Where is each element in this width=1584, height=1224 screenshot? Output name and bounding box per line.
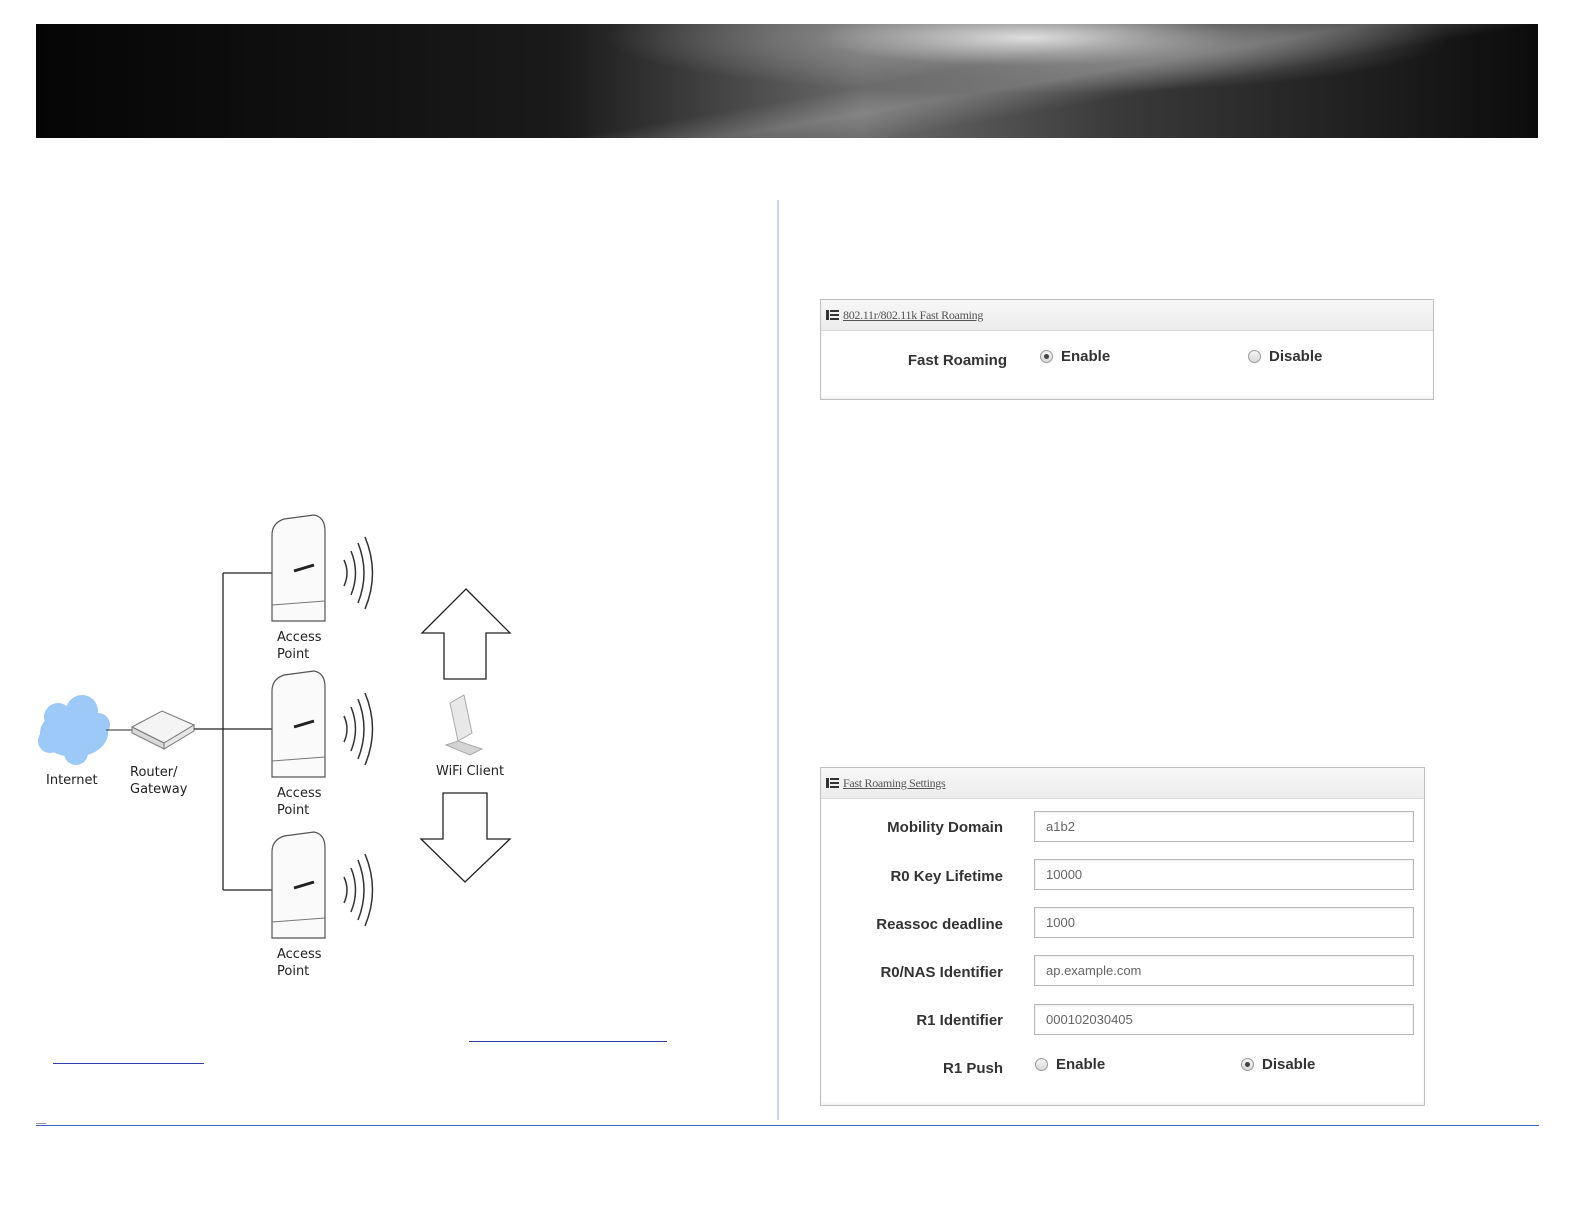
- fast-roaming-diagram: Internet Router/ Gateway Access Point Ac…: [36, 505, 516, 985]
- radio-button[interactable]: [1248, 350, 1261, 363]
- r1-push-enable-radio[interactable]: Enable: [1035, 1056, 1105, 1073]
- header-banner: [36, 24, 1538, 138]
- panel-title: Fast Roaming Settings: [843, 775, 946, 790]
- router-label-line2: Gateway: [130, 782, 188, 797]
- r0-key-lifetime-label: R0 Key Lifetime: [890, 868, 1003, 885]
- panel-header: 802.11r/802.11k Fast Roaming: [821, 300, 1433, 331]
- access-point-icon: [271, 670, 374, 778]
- radio-button-selected[interactable]: [1241, 1058, 1254, 1071]
- radio-label: Enable: [1061, 348, 1111, 365]
- radio-label: Enable: [1056, 1056, 1106, 1073]
- fast-roaming-panel: 802.11r/802.11k Fast Roaming Fast Roamin…: [820, 299, 1434, 400]
- ap3-label-line2: Point: [277, 964, 309, 979]
- ap3-label-line1: Access: [277, 947, 322, 962]
- reassoc-deadline-label: Reassoc deadline: [876, 916, 1003, 933]
- ap2-label-line1: Access: [277, 786, 322, 801]
- reassoc-deadline-input[interactable]: [1034, 907, 1414, 938]
- radio-button-selected[interactable]: [1040, 350, 1053, 363]
- r1-push-label: R1 Push: [942, 1060, 1003, 1077]
- fast-roaming-settings-panel: Fast Roaming Settings Mobility Domain R0…: [820, 767, 1425, 1106]
- arrow-up-icon: [420, 588, 512, 680]
- panel-title: 802.11r/802.11k Fast Roaming: [843, 307, 984, 322]
- client-label: WiFi Client: [436, 764, 504, 779]
- radio-button[interactable]: [1035, 1058, 1048, 1071]
- laptop-client-icon: [444, 694, 484, 756]
- fast-roaming-label: Fast Roaming: [907, 352, 1007, 369]
- r0-nas-identifier-input[interactable]: [1034, 955, 1414, 986]
- ap2-label-line2: Point: [277, 803, 309, 818]
- fast-roaming-enable-radio[interactable]: Enable: [1040, 348, 1110, 365]
- mobility-domain-label: Mobility Domain: [887, 819, 1003, 836]
- list-icon: [826, 310, 839, 320]
- footer-rule: [36, 1125, 1539, 1126]
- r1-identifier-label: R1 Identifier: [916, 1012, 1003, 1029]
- internet-cloud-icon: [38, 695, 110, 765]
- internet-label: Internet: [46, 773, 98, 788]
- ap1-label-line2: Point: [277, 647, 309, 662]
- arrow-down-icon: [419, 792, 512, 883]
- router-icon: [130, 710, 196, 750]
- footer-mark: [36, 1123, 46, 1124]
- router-label-line1: Router/: [130, 765, 178, 780]
- mobility-domain-input[interactable]: [1034, 811, 1414, 842]
- column-divider: [777, 200, 779, 1120]
- r0-key-lifetime-input[interactable]: [1034, 859, 1414, 890]
- access-point-icon: [271, 831, 374, 939]
- r1-identifier-input[interactable]: [1034, 1004, 1414, 1035]
- link-underline-2[interactable]: [53, 1063, 204, 1064]
- r1-push-disable-radio[interactable]: Disable: [1241, 1056, 1315, 1073]
- access-point-icon: [271, 514, 374, 622]
- fast-roaming-disable-radio[interactable]: Disable: [1248, 348, 1322, 365]
- list-icon: [826, 778, 839, 788]
- link-underline-1[interactable]: [469, 1041, 667, 1042]
- panel-header: Fast Roaming Settings: [821, 768, 1424, 799]
- r0-nas-identifier-label: R0/NAS Identifier: [880, 964, 1003, 981]
- ap1-label-line1: Access: [277, 630, 322, 645]
- radio-label: Disable: [1269, 348, 1323, 365]
- radio-label: Disable: [1262, 1056, 1316, 1073]
